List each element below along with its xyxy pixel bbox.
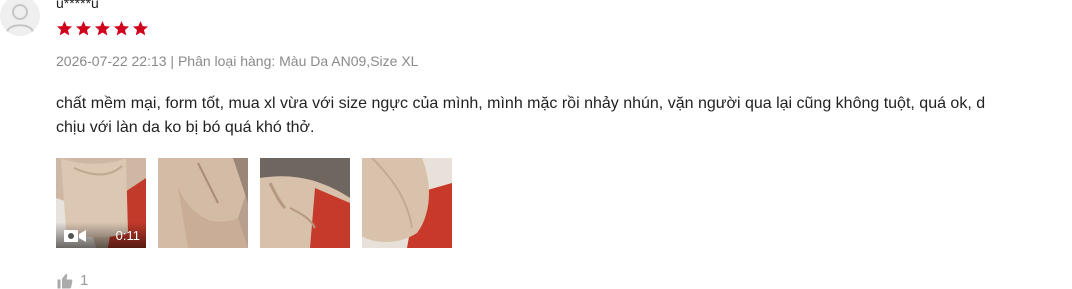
video-camera-icon — [64, 230, 86, 242]
star-icon — [94, 21, 111, 36]
review-meta: 2026-07-22 22:13 | Phân loại hàng: Màu D… — [56, 53, 419, 69]
product-review: u*****u 2026-07-22 22:13 | Phân loại hàn… — [0, 0, 1072, 289]
photo-thumbnail-image — [158, 158, 248, 248]
rating-stars — [56, 20, 149, 37]
star-icon — [75, 21, 92, 36]
review-text-line: chịu với làn da ko bị bó quá khó thở. — [56, 119, 315, 136]
like-button[interactable]: 1 — [56, 272, 88, 289]
review-text: chất mềm mại, form tốt, mua xl vừa với s… — [56, 92, 1072, 140]
user-avatar-icon — [0, 0, 40, 36]
like-count: 1 — [80, 272, 89, 289]
star-icon — [132, 21, 149, 36]
review-photo-thumbnail[interactable] — [362, 158, 452, 248]
review-text-line: chất mềm mại, form tốt, mua xl vừa với s… — [56, 95, 986, 112]
reviewer-username: u*****u — [56, 0, 99, 11]
video-duration: 0:11 — [115, 228, 140, 243]
review-media: 0:11 — [56, 158, 452, 248]
photo-thumbnail-image — [260, 158, 350, 248]
review-photo-thumbnail[interactable] — [158, 158, 248, 248]
star-icon — [113, 21, 130, 36]
review-photo-thumbnail[interactable] — [260, 158, 350, 248]
star-icon — [56, 21, 73, 36]
review-video-thumbnail[interactable]: 0:11 — [56, 158, 146, 248]
photo-thumbnail-image — [362, 158, 452, 248]
avatar[interactable] — [0, 0, 40, 36]
thumbs-up-icon — [57, 273, 73, 289]
